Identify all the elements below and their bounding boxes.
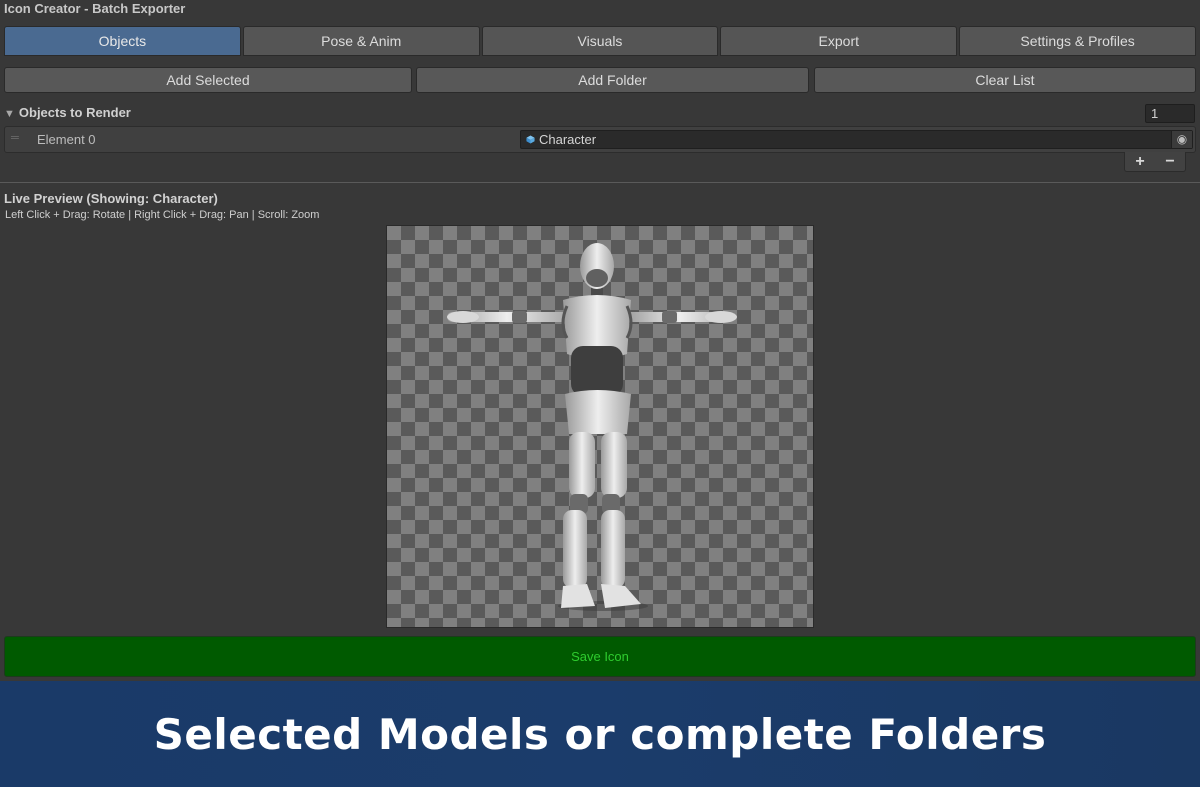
objects-list-title: Objects to Render	[18, 105, 131, 120]
preview-viewport[interactable]	[386, 225, 814, 628]
banner-text: Selected Models or complete Folders	[153, 709, 1047, 759]
clear-list-button[interactable]: Clear List	[814, 67, 1196, 93]
window-title: Icon Creator - Batch Exporter	[4, 1, 186, 16]
character-model-image	[447, 243, 737, 611]
add-selected-button[interactable]: Add Selected	[4, 67, 412, 93]
add-element-button[interactable]: +	[1135, 153, 1144, 171]
preview-hint: Left Click + Drag: Rotate | Right Click …	[5, 209, 320, 221]
object-field[interactable]: Character ◉	[520, 130, 1193, 149]
list-footer: + −	[1124, 152, 1186, 172]
tab-visuals[interactable]: Visuals	[481, 26, 719, 56]
foldout-arrow-icon[interactable]: ▼	[4, 108, 15, 120]
element-label: Element 0	[37, 132, 96, 147]
tab-pose-anim[interactable]: Pose & Anim	[242, 26, 480, 56]
promo-banner: Selected Models or complete Folders	[0, 681, 1200, 787]
tab-objects[interactable]: Objects	[4, 26, 241, 56]
drag-handle-icon[interactable]: ═	[11, 133, 23, 144]
object-picker-icon[interactable]: ◉	[1171, 131, 1192, 148]
tab-export[interactable]: Export	[720, 26, 958, 56]
add-folder-button[interactable]: Add Folder	[416, 67, 809, 93]
action-bar: Add Selected Add Folder Clear List	[4, 67, 1196, 93]
prefab-cube-icon	[526, 135, 535, 144]
remove-element-button[interactable]: −	[1165, 153, 1174, 171]
list-item: ═ Element 0 Character ◉	[4, 126, 1196, 153]
save-icon-button[interactable]: Save Icon	[4, 636, 1196, 677]
tab-bar: Objects Pose & Anim Visuals Export Setti…	[4, 26, 1196, 56]
section-divider	[0, 182, 1200, 183]
objects-list-header[interactable]: ▼ Objects to Render	[4, 104, 131, 124]
preview-title: Live Preview (Showing: Character)	[4, 191, 218, 206]
object-field-value: Character	[539, 132, 597, 147]
list-size-field[interactable]: 1	[1145, 104, 1195, 123]
tab-settings-profiles[interactable]: Settings & Profiles	[959, 26, 1196, 56]
